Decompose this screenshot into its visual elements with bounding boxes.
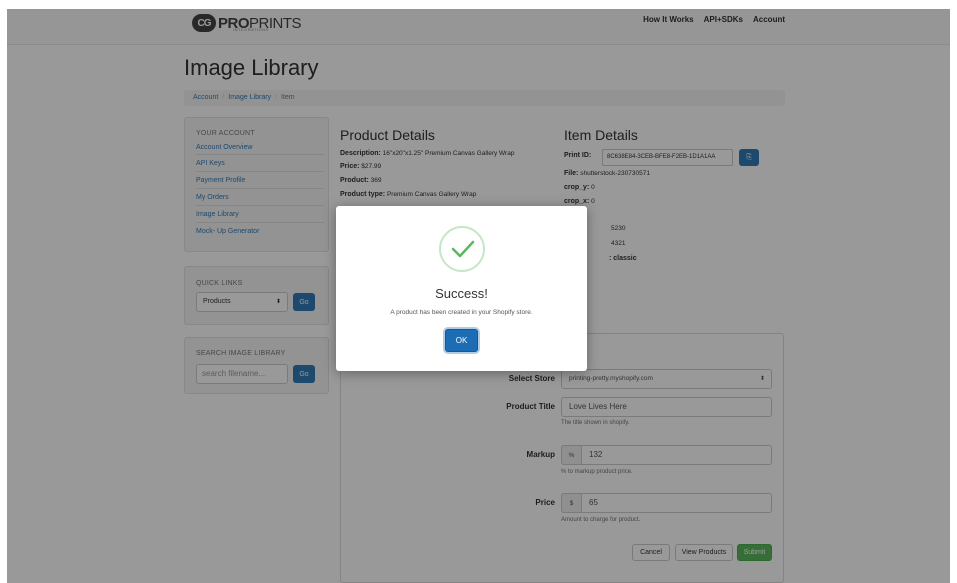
success-checkmark-icon — [439, 226, 485, 272]
ok-button[interactable]: OK — [445, 329, 478, 352]
modal-message: A product has been created in your Shopi… — [390, 309, 533, 316]
app-frame: CG PROPRINTS INTEGRATIONS How It Works A… — [7, 9, 950, 583]
success-modal: Success! A product has been created in y… — [336, 206, 587, 371]
modal-title: Success! — [435, 286, 488, 301]
